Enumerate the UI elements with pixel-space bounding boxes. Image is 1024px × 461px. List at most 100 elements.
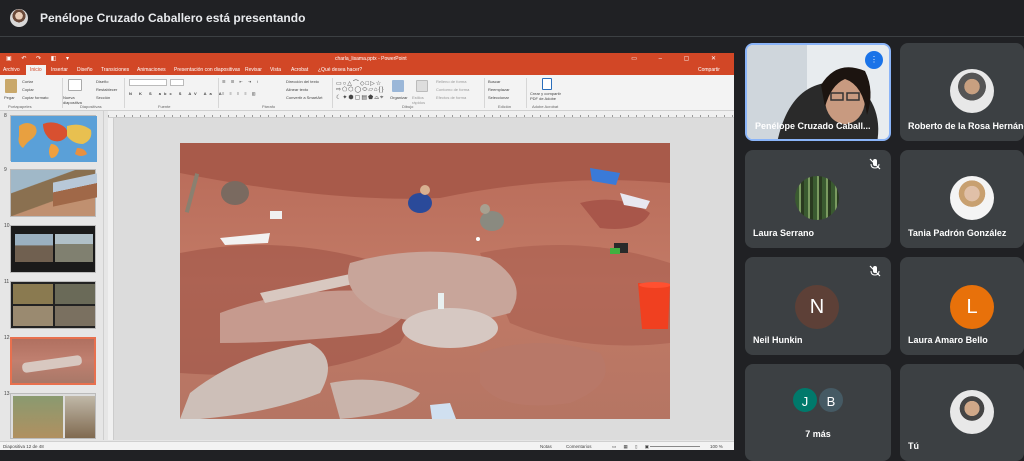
- participant-name: Laura Serrano: [753, 228, 815, 238]
- participant-tile[interactable]: Roberto de la Rosa Hernández: [900, 43, 1024, 141]
- text-direction-button[interactable]: Dirección del texto: [286, 79, 319, 84]
- participant-tile[interactable]: N Neil Hunkin: [745, 257, 891, 355]
- presenter-avatar: [10, 9, 28, 27]
- shape-fill-button[interactable]: Relleno de forma: [436, 79, 466, 84]
- view-buttons[interactable]: ▭ ▦ ▯ ▣: [612, 444, 652, 450]
- participant-name: Neil Hunkin: [753, 335, 803, 345]
- divider: [0, 36, 1024, 37]
- comments-button[interactable]: Comentarios: [566, 444, 592, 449]
- participant-name: Laura Amaro Bello: [908, 335, 988, 345]
- participant-tile[interactable]: Tania Padrón González: [900, 150, 1024, 248]
- tab-vista[interactable]: Vista: [270, 67, 281, 73]
- participant-avatar-letter: J: [791, 386, 819, 414]
- slide-number: 8: [4, 113, 7, 119]
- group-adobe: Adobe Acrobat: [532, 104, 559, 109]
- thumbnail-photo: [55, 234, 93, 262]
- slide-thumbnail[interactable]: [10, 281, 96, 329]
- mic-off-icon: [869, 158, 881, 170]
- tab-acrobat[interactable]: Acrobat: [291, 67, 308, 73]
- speaking-indicator-icon: ⋮: [865, 51, 883, 69]
- align-text-button[interactable]: Alinear texto: [286, 87, 308, 92]
- tab-archivo[interactable]: Archivo: [3, 67, 20, 73]
- arrange-icon[interactable]: [392, 80, 404, 92]
- ppt-title-bar: ▣ ↶ ↷ ◧ ▾ charla_lisama.pptx - PowerPoin…: [0, 53, 734, 65]
- tab-insertar[interactable]: Insertar: [51, 67, 68, 73]
- paste-icon[interactable]: [5, 79, 17, 93]
- paragraph-buttons[interactable]: ☰ ☰ ⇤ ⇥ ↕: [222, 79, 260, 84]
- tab-inicio[interactable]: Inicio: [26, 65, 46, 75]
- reset-button[interactable]: Restablecer: [96, 87, 117, 92]
- participant-avatar-letter: N: [795, 285, 839, 329]
- participant-tile[interactable]: Laura Serrano: [745, 150, 891, 248]
- slide-number: 13: [4, 391, 10, 397]
- layout-button[interactable]: Diseño: [96, 79, 108, 84]
- slide-thumbnail-selected[interactable]: [10, 337, 96, 385]
- thumbnail-photo: [21, 354, 83, 374]
- participant-avatar: [795, 176, 839, 220]
- participant-name: Roberto de la Rosa Hernández: [908, 121, 1024, 131]
- group-edicion: Edición: [498, 104, 512, 109]
- font-format-buttons[interactable]: N K S abc S AV Aa A: [129, 91, 225, 96]
- slide-image-excavation[interactable]: [180, 143, 670, 419]
- ppt-file-title: charla_lisama.pptx - PowerPoint: [335, 56, 407, 62]
- participant-avatar-letter: B: [817, 386, 845, 414]
- ribbon-separator: [526, 78, 527, 108]
- group-dibujo: Dibujo: [402, 104, 414, 109]
- tab-revisar[interactable]: Revisar: [245, 67, 262, 73]
- slide-thumbnail-pane: 8 9 10 11 12 13: [0, 111, 104, 440]
- mic-off-icon: [869, 265, 881, 277]
- zoom-level[interactable]: 100 %: [710, 444, 723, 449]
- quick-styles-button[interactable]: Estilos rápidos: [412, 95, 432, 105]
- participant-tile-presenter[interactable]: ⋮ Penélope Cruzado Caball...: [745, 43, 891, 141]
- participant-name: Tú: [908, 441, 919, 451]
- window-controls[interactable]: ▭ – ▢ ✕: [631, 55, 726, 62]
- slide-thumbnail[interactable]: [10, 225, 96, 273]
- slide-thumbnail[interactable]: [10, 169, 97, 217]
- shapes-gallery-row[interactable]: ⇨⬠⬡◯⬭▱⌂{}: [336, 86, 385, 94]
- find-button[interactable]: Buscar: [488, 79, 500, 84]
- pdf-icon[interactable]: [542, 78, 552, 90]
- quick-styles-icon[interactable]: [416, 80, 428, 92]
- font-size-select[interactable]: [170, 79, 184, 86]
- quick-access-icons[interactable]: ▣ ↶ ↷ ◧ ▾: [6, 55, 73, 62]
- new-slide-icon[interactable]: [68, 79, 82, 91]
- group-diapositivas: Diapositivas: [80, 104, 102, 109]
- tab-presentacion[interactable]: Presentación con diapositivas: [174, 67, 240, 73]
- align-buttons[interactable]: ≡ ≡ ≡ ≡ ▥: [222, 91, 258, 96]
- notes-button[interactable]: Notas: [540, 444, 552, 449]
- replace-button[interactable]: Reemplazar: [488, 87, 510, 92]
- arrange-button[interactable]: Organizar: [390, 95, 408, 100]
- more-participants-label: 7 más: [805, 429, 831, 439]
- participant-tile-self[interactable]: Tú: [900, 364, 1024, 461]
- thumbnail-photo: [55, 306, 95, 326]
- participant-avatar: [950, 69, 994, 113]
- format-painter-button[interactable]: Copiar formato: [22, 95, 48, 100]
- participant-name: Penélope Cruzado Caball...: [755, 121, 871, 131]
- share-button[interactable]: Compartir: [698, 67, 720, 73]
- cut-button[interactable]: Cortar: [22, 79, 33, 84]
- tab-transiciones[interactable]: Transiciones: [101, 67, 129, 73]
- slide-number: 9: [4, 167, 7, 173]
- participant-tile[interactable]: L Laura Amaro Bello: [900, 257, 1024, 355]
- ppt-ribbon-tabs: Archivo Inicio Insertar Diseño Transicio…: [0, 65, 734, 75]
- tab-animaciones[interactable]: Animaciones: [137, 67, 166, 73]
- participant-tile-more[interactable]: J B 7 más: [745, 364, 891, 461]
- font-name-select[interactable]: [129, 79, 167, 86]
- slide-thumbnail[interactable]: [10, 115, 97, 162]
- shapes-gallery-row[interactable]: ☾✦⬢▢▤⬟⌓⌖: [336, 94, 384, 102]
- zoom-slider[interactable]: [650, 446, 700, 447]
- slide-number: 11: [4, 279, 10, 285]
- copy-button[interactable]: Copiar: [22, 87, 34, 92]
- create-pdf-button[interactable]: Crear y compartir PDF de Adobe: [530, 91, 566, 101]
- select-button[interactable]: Seleccionar: [488, 95, 509, 100]
- tab-diseno[interactable]: Diseño: [77, 67, 93, 73]
- paste-label[interactable]: Pegar: [4, 95, 15, 100]
- slide-thumbnail[interactable]: [10, 393, 96, 439]
- tell-me-box[interactable]: ¿Qué desea hacer?: [318, 67, 362, 73]
- thumbnail-photo: [13, 396, 63, 438]
- ribbon-separator: [124, 78, 125, 108]
- smartart-button[interactable]: Convertir a SmartArt: [286, 95, 322, 100]
- shape-outline-button[interactable]: Contorno de forma: [436, 87, 469, 92]
- shape-effects-button[interactable]: Efectos de forma: [436, 95, 466, 100]
- section-button[interactable]: Sección: [96, 95, 110, 100]
